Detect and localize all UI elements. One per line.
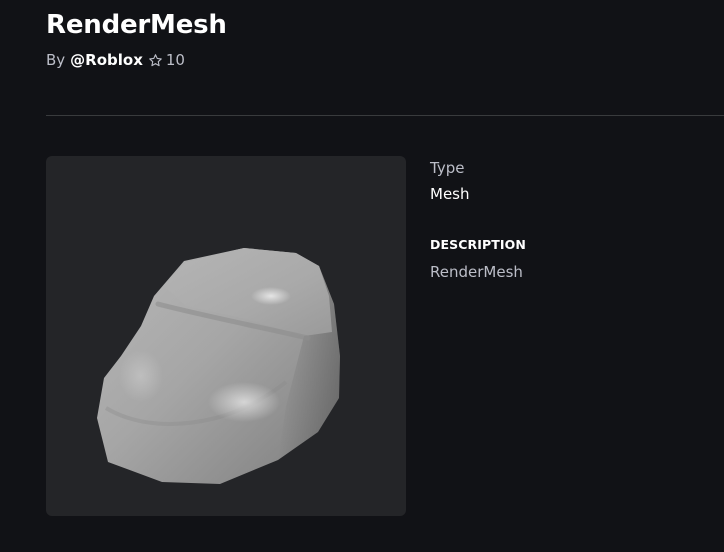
creator-link[interactable]: @Roblox [70, 51, 143, 69]
asset-details: Type Mesh DESCRIPTION RenderMesh [430, 156, 710, 283]
creator-line: By @Roblox 10 [46, 50, 185, 70]
asset-page: RenderMesh By @Roblox 10 Type Mesh DESCR… [0, 0, 724, 552]
mesh-3d-preview-icon [97, 248, 340, 484]
header-divider [46, 115, 724, 116]
star-outline-icon [149, 53, 162, 66]
description-label: DESCRIPTION [430, 237, 526, 252]
asset-thumbnail [46, 156, 406, 516]
favorite-button[interactable] [148, 53, 163, 68]
description-value: RenderMesh [430, 263, 523, 281]
type-value: Mesh [430, 185, 470, 203]
favorite-count: 10 [165, 51, 185, 69]
type-label: Type [430, 159, 465, 177]
by-prefix: By [46, 51, 66, 69]
asset-title: RenderMesh [46, 10, 227, 40]
